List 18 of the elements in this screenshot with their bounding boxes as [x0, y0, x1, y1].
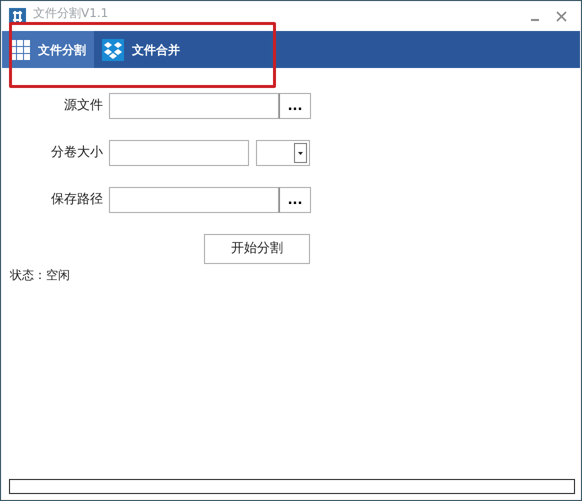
- field-label: 分卷大小: [50, 144, 103, 162]
- grid-icon: [10, 40, 30, 60]
- browse-button[interactable]: ...: [279, 187, 311, 213]
- close-icon: [556, 10, 566, 22]
- status-text: 状态：空闲: [9, 267, 71, 284]
- start-button[interactable]: 开始分割: [204, 234, 310, 264]
- browse-button[interactable]: ...: [279, 93, 311, 119]
- tab[interactable]: 文件合并: [94, 31, 188, 68]
- text-field[interactable]: [109, 93, 279, 119]
- dropdown-caret-icon: [294, 143, 307, 163]
- tab[interactable]: 文件分割: [2, 31, 94, 68]
- field-label: 源文件: [63, 97, 103, 116]
- text-field[interactable]: [109, 187, 279, 213]
- window-title: 文件分割V1.1: [33, 6, 108, 20]
- text-field[interactable]: [109, 140, 249, 166]
- field-label: 保存路径: [50, 191, 103, 210]
- boxes-icon: [102, 38, 124, 60]
- unit-dropdown[interactable]: [256, 140, 310, 166]
